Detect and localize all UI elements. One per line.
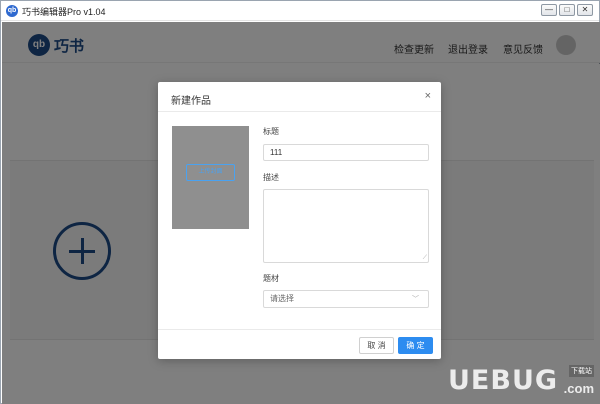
upload-cover-button[interactable]: 上传封面	[186, 164, 235, 181]
dialog-title: 新建作品	[171, 96, 211, 107]
cover-placeholder[interactable]: 上传封面	[172, 126, 249, 229]
genre-select[interactable]: 请选择 ﹀	[263, 290, 429, 308]
description-textarea[interactable]: ⟋	[263, 189, 429, 263]
resize-grip-icon[interactable]: ⟋	[423, 255, 427, 261]
cancel-button[interactable]: 取 消	[359, 337, 394, 354]
genre-label: 题材	[263, 274, 279, 283]
site-watermark: UEBUG 下载站 .com	[448, 363, 598, 399]
window-title: 巧书编辑器Pro v1.04	[22, 7, 106, 17]
ok-button[interactable]: 确 定	[398, 337, 433, 354]
window-titlebar: qb 巧书编辑器Pro v1.04 — □ ✕	[1, 1, 599, 21]
title-label: 标题	[263, 127, 279, 136]
dialog-footer: 取 消 确 定	[158, 329, 441, 359]
watermark-badge: 下载站	[569, 365, 594, 377]
genre-placeholder: 请选择	[270, 294, 294, 303]
description-label: 描述	[263, 173, 279, 182]
minimize-icon[interactable]: —	[541, 4, 557, 16]
title-input[interactable]: 111	[263, 144, 429, 161]
close-icon[interactable]: ✕	[577, 4, 593, 16]
window-controls: — □ ✕	[541, 4, 593, 16]
chevron-down-icon: ﹀	[412, 296, 419, 303]
maximize-icon[interactable]: □	[559, 4, 575, 16]
app-logo-icon: qb	[6, 5, 18, 17]
watermark-text: UEBUG	[448, 365, 559, 396]
new-work-dialog: 新建作品 × 上传封面 标题 111 描述 ⟋ 题材 请选择 ﹀ 取 消 确 定	[158, 82, 441, 359]
dialog-header: 新建作品 ×	[158, 82, 441, 112]
watermark-suffix: .com	[563, 381, 594, 396]
close-icon[interactable]: ×	[425, 90, 431, 102]
